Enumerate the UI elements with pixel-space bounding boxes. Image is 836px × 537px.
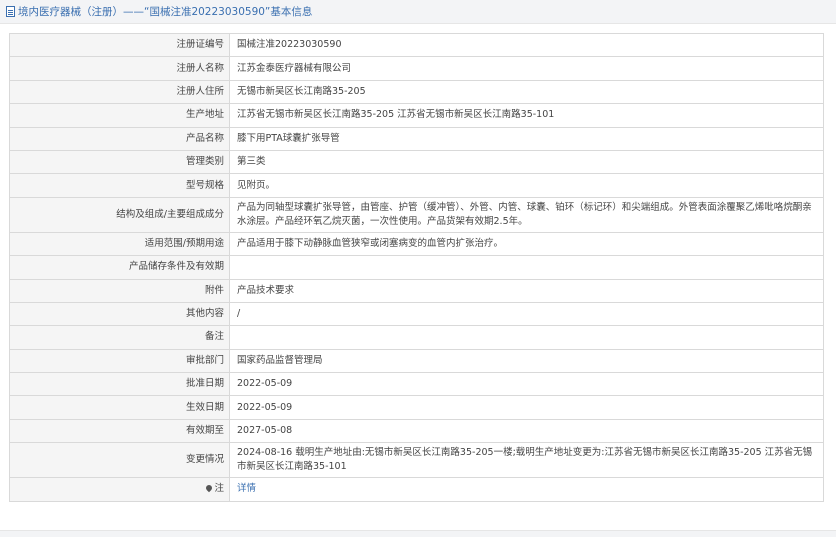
page-header: 境内医疗器械（注册）——“国械注准20223030590”基本信息 <box>0 0 836 24</box>
row-label-registrant-name: 注册人名称 <box>9 56 230 81</box>
row-label-expiry-date: 有效期至 <box>9 418 230 444</box>
info-table: 注册证编号 国械注准20223030590 注册人名称 江苏金泰医疗器械有限公司… <box>9 32 824 502</box>
table-row: 审批部门 国家药品监督管理局 <box>9 348 824 374</box>
row-label-registrant-address: 注册人住所 <box>9 79 230 105</box>
row-value-intended-use: 产品适用于膝下动静脉血管狭窄或闭塞病变的血管内扩张治疗。 <box>229 231 824 257</box>
row-label-production-address: 生产地址 <box>9 103 230 128</box>
table-row: 产品储存条件及有效期 <box>9 255 824 280</box>
table-row: 注 详情 <box>9 477 824 502</box>
table-row: 结构及组成/主要组成成分 产品为同轴型球囊扩张导管，由管座、护管（缓冲管）、外管… <box>9 196 824 233</box>
row-value-note: 详情 <box>229 477 824 502</box>
table-row: 注册人名称 江苏金泰医疗器械有限公司 <box>9 56 824 81</box>
row-label-registration-number: 注册证编号 <box>9 32 230 58</box>
row-value-remark <box>229 325 824 350</box>
row-value-approval-dept: 国家药品监督管理局 <box>229 348 824 374</box>
row-label-remark: 备注 <box>9 325 230 350</box>
table-row: 变更情况 2024-08-16 载明生产地址由:无锡市新吴区长江南路35-205… <box>9 442 824 479</box>
details-link[interactable]: 详情 <box>237 483 256 494</box>
row-label-intended-use: 适用范围/预期用途 <box>9 231 230 257</box>
table-row: 注册证编号 国械注准20223030590 <box>9 32 824 58</box>
row-label-approval-dept: 审批部门 <box>9 348 230 374</box>
page-title: 境内医疗器械（注册）——“国械注准20223030590”基本信息 <box>18 6 313 18</box>
table-row: 产品名称 膝下用PTA球囊扩张导管 <box>9 126 824 151</box>
row-value-product-name: 膝下用PTA球囊扩张导管 <box>229 126 824 151</box>
row-label-changes: 变更情况 <box>9 442 230 479</box>
row-label-management-category: 管理类别 <box>9 149 230 175</box>
row-value-expiry-date: 2027-05-08 <box>229 418 824 444</box>
row-label-structure: 结构及组成/主要组成成分 <box>9 196 230 233</box>
table-row: 管理类别 第三类 <box>9 149 824 175</box>
row-label-effective-date: 生效日期 <box>9 395 230 420</box>
table-row: 备注 <box>9 325 824 350</box>
table-row: 型号规格 见附页。 <box>9 173 824 198</box>
row-value-production-address: 江苏省无锡市新吴区长江南路35-205 江苏省无锡市新吴区长江南路35-101 <box>229 103 824 128</box>
note-label-text: 注 <box>214 483 224 495</box>
document-icon <box>6 6 15 17</box>
row-label-other: 其他内容 <box>9 301 230 327</box>
table-row: 附件 产品技术要求 <box>9 278 824 303</box>
table-row: 适用范围/预期用途 产品适用于膝下动静脉血管狭窄或闭塞病变的血管内扩张治疗。 <box>9 231 824 257</box>
row-label-note: 注 <box>9 477 230 502</box>
table-row: 生效日期 2022-05-09 <box>9 395 824 420</box>
row-value-registrant-address: 无锡市新吴区长江南路35-205 <box>229 79 824 105</box>
row-value-effective-date: 2022-05-09 <box>229 395 824 420</box>
row-label-model-spec: 型号规格 <box>9 173 230 198</box>
row-value-registration-number: 国械注准20223030590 <box>229 32 824 58</box>
row-value-registrant-name: 江苏金泰医疗器械有限公司 <box>229 56 824 81</box>
table-row: 生产地址 江苏省无锡市新吴区长江南路35-205 江苏省无锡市新吴区长江南路35… <box>9 103 824 128</box>
row-value-management-category: 第三类 <box>229 149 824 175</box>
row-value-structure: 产品为同轴型球囊扩张导管，由管座、护管（缓冲管）、外管、内管、球囊、铂环（标记环… <box>229 196 824 233</box>
table-row: 有效期至 2027-05-08 <box>9 418 824 444</box>
row-value-attachment: 产品技术要求 <box>229 278 824 303</box>
row-label-approval-date: 批准日期 <box>9 372 230 397</box>
row-label-attachment: 附件 <box>9 278 230 303</box>
row-value-changes: 2024-08-16 载明生产地址由:无锡市新吴区长江南路35-205一楼;载明… <box>229 442 824 479</box>
table-row: 其他内容 / <box>9 301 824 327</box>
table-row: 注册人住所 无锡市新吴区长江南路35-205 <box>9 79 824 105</box>
row-value-other: / <box>229 301 824 327</box>
pin-icon <box>205 484 214 493</box>
page-footer <box>0 530 836 537</box>
row-value-approval-date: 2022-05-09 <box>229 372 824 397</box>
row-label-storage: 产品储存条件及有效期 <box>9 255 230 280</box>
table-row: 批准日期 2022-05-09 <box>9 372 824 397</box>
row-value-model-spec: 见附页。 <box>229 173 824 198</box>
row-value-storage <box>229 255 824 280</box>
row-label-product-name: 产品名称 <box>9 126 230 151</box>
